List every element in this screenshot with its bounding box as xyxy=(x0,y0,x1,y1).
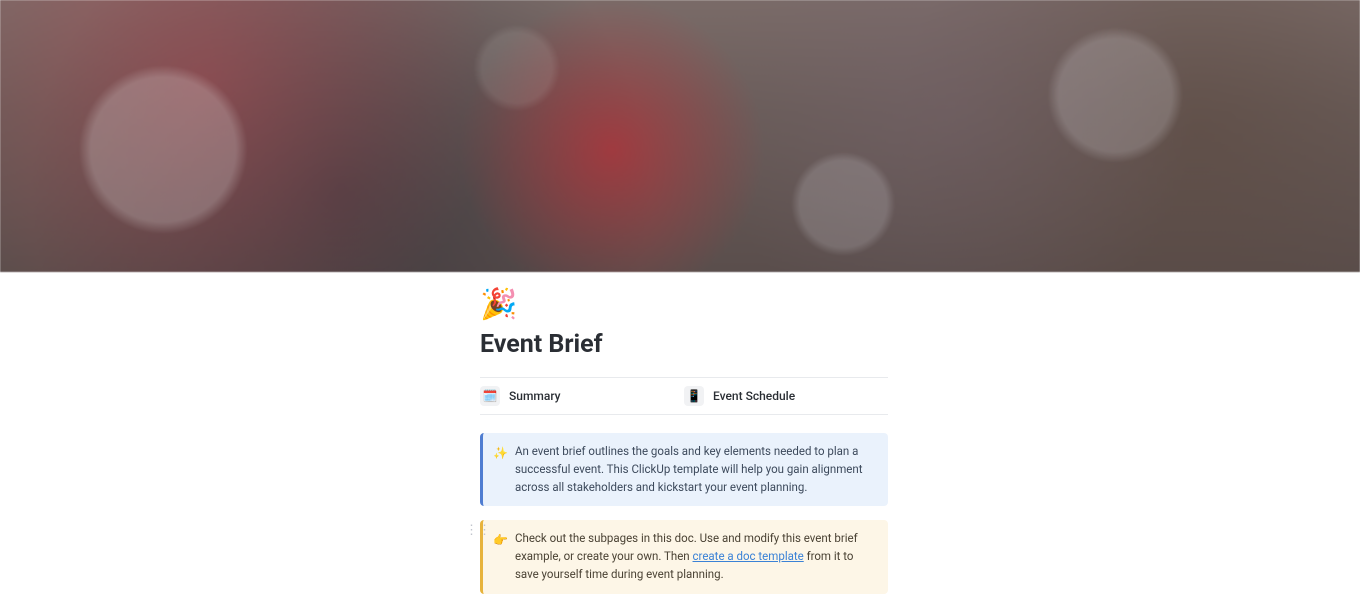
create-doc-template-link[interactable]: create a doc template xyxy=(693,549,804,563)
callout-text: An event brief outlines the goals and ke… xyxy=(515,443,876,496)
info-callout[interactable]: ✨ An event brief outlines the goals and … xyxy=(480,433,888,506)
calendar-icon: 🗓️ xyxy=(480,386,500,406)
page-title[interactable]: Event Brief xyxy=(480,330,888,359)
document-content: 🎉 Event Brief 🗓️ Summary 📱 Event Schedul… xyxy=(480,272,888,594)
subpages-row: 🗓️ Summary 📱 Event Schedule xyxy=(480,377,888,415)
subpage-label: Summary xyxy=(509,389,561,403)
phone-icon: 📱 xyxy=(684,386,704,406)
tip-callout[interactable]: ⋮⋮ 👉 Check out the subpages in this doc.… xyxy=(480,520,888,593)
callout-text: Check out the subpages in this doc. Use … xyxy=(515,530,876,583)
drag-handle-icon[interactable]: ⋮⋮ xyxy=(465,524,491,537)
page-emoji-icon[interactable]: 🎉 xyxy=(480,290,517,320)
pointing-hand-icon: 👉 xyxy=(493,530,507,583)
subpage-event-schedule[interactable]: 📱 Event Schedule xyxy=(684,386,888,406)
cover-image xyxy=(0,0,1360,272)
sparkles-icon: ✨ xyxy=(493,443,507,496)
subpage-summary[interactable]: 🗓️ Summary xyxy=(480,386,684,406)
subpage-label: Event Schedule xyxy=(713,389,795,403)
